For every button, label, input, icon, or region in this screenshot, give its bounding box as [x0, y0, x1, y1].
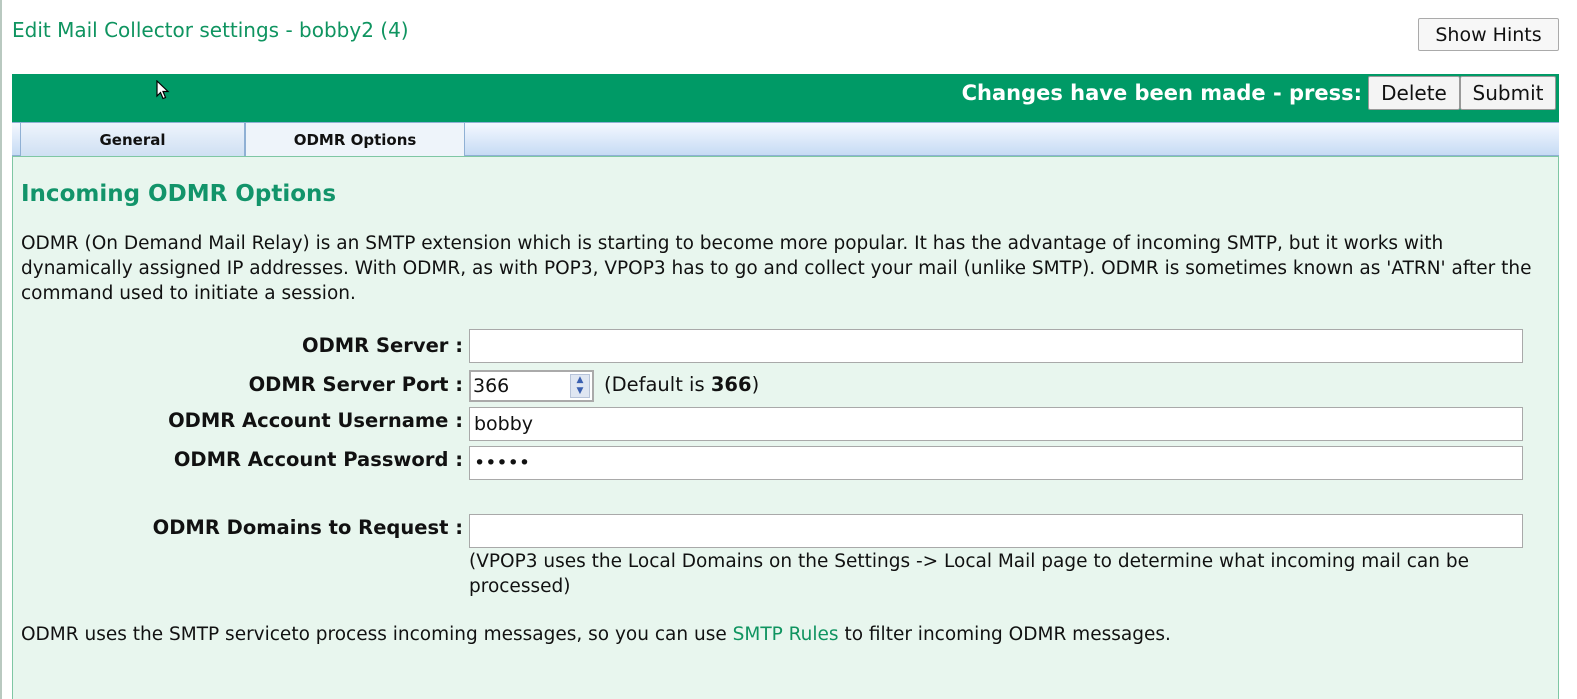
port-label: ODMR Server Port :	[248, 373, 463, 396]
footer-note: ODMR uses the SMTP serviceto process inc…	[21, 624, 1171, 645]
username-label: ODMR Account Username :	[168, 409, 463, 432]
password-row: ODMR Account Password :	[13, 446, 1560, 486]
port-default-hint: (Default is 366)	[604, 373, 759, 396]
domains-note: (VPOP3 uses the Local Domains on the Set…	[469, 551, 1469, 597]
domains-label: ODMR Domains to Request :	[152, 516, 463, 539]
port-hint-suffix: )	[751, 373, 760, 396]
port-default-value: 366	[710, 373, 752, 396]
section-description: ODMR (On Demand Mail Relay) is an SMTP e…	[21, 233, 1532, 304]
server-label: ODMR Server :	[302, 334, 463, 357]
mouse-pointer-icon	[156, 79, 170, 104]
action-bar: Changes have been made - press: Delete S…	[12, 74, 1559, 122]
odmr-options-panel: Incoming ODMR Options ODMR (On Demand Ma…	[12, 156, 1559, 699]
port-row: ODMR Server Port : ▲ ▼ (Default is 366)	[13, 368, 1560, 408]
server-input[interactable]	[469, 329, 1523, 363]
changes-made-text: Changes have been made - press:	[961, 81, 1362, 105]
smtp-rules-link[interactable]: SMTP Rules	[733, 624, 839, 645]
port-stepper[interactable]: ▲ ▼	[469, 370, 594, 402]
port-hint-prefix: (Default is	[604, 373, 711, 396]
page-title: Edit Mail Collector settings - bobby2 (4…	[12, 18, 409, 42]
domains-input[interactable]	[469, 514, 1523, 548]
server-row: ODMR Server :	[13, 329, 1560, 369]
chevron-down-icon[interactable]: ▼	[571, 386, 589, 397]
section-title: Incoming ODMR Options	[21, 181, 337, 207]
tab-general[interactable]: General	[20, 123, 245, 156]
port-spinner[interactable]: ▲ ▼	[570, 374, 590, 398]
domains-row: ODMR Domains to Request :	[13, 514, 1560, 554]
footer-text-before: ODMR uses the SMTP serviceto process inc…	[21, 624, 733, 645]
username-input[interactable]	[469, 407, 1523, 441]
submit-button[interactable]: Submit	[1460, 76, 1556, 110]
tab-odmr-options[interactable]: ODMR Options	[245, 123, 465, 157]
tab-bar: General ODMR Options	[12, 122, 1559, 157]
left-border	[0, 0, 2, 699]
username-row: ODMR Account Username :	[13, 407, 1560, 447]
delete-button[interactable]: Delete	[1368, 76, 1460, 110]
password-input[interactable]	[469, 446, 1523, 480]
chevron-up-icon[interactable]: ▲	[571, 375, 589, 386]
show-hints-button[interactable]: Show Hints	[1418, 18, 1559, 51]
port-input[interactable]	[471, 373, 570, 399]
password-label: ODMR Account Password :	[173, 448, 463, 471]
footer-text-after: to filter incoming ODMR messages.	[838, 624, 1171, 645]
